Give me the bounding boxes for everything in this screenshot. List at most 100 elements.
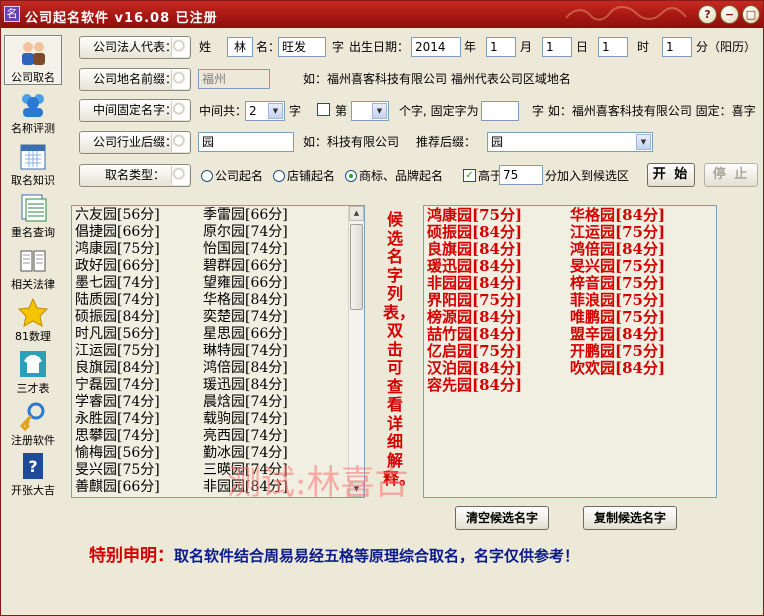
- list-item[interactable]: 奕楚园[74分]: [203, 309, 288, 326]
- list-item[interactable]: 良旗园[84分]: [75, 360, 160, 377]
- list-item[interactable]: 陆质园[74分]: [75, 292, 160, 309]
- sidebar-item-label: 注册软件: [11, 434, 55, 447]
- start-button[interactable]: 开 始: [647, 163, 695, 187]
- stop-button[interactable]: 停 止: [704, 163, 758, 187]
- candidate-item[interactable]: 良旗园[84分]: [427, 241, 522, 258]
- candidate-item[interactable]: 鸿康园[75分]: [427, 207, 522, 224]
- threshold-input[interactable]: 75: [499, 165, 543, 185]
- list-item[interactable]: 永胜园[74分]: [75, 411, 160, 428]
- sidebar-item-three-talents[interactable]: 三才表: [4, 347, 62, 397]
- birth-hour-input[interactable]: 1: [598, 37, 628, 57]
- recommend-suffix-select[interactable]: 园 ▼: [487, 132, 653, 152]
- industry-suffix-input[interactable]: 园: [198, 132, 294, 152]
- candidate-item[interactable]: 吹欢园[84分]: [570, 360, 665, 377]
- radio-company-naming[interactable]: [201, 170, 213, 182]
- title-bar: 名 公司起名软件 v16.08 已注册 ? − □: [1, 1, 763, 28]
- candidate-item[interactable]: 容先园[84分]: [427, 377, 522, 394]
- maximize-icon[interactable]: □: [742, 5, 760, 24]
- candidate-item[interactable]: 硕振园[84分]: [427, 224, 522, 241]
- radio-shop-naming[interactable]: [273, 170, 285, 182]
- clear-candidates-button[interactable]: 清空候选名字: [455, 506, 549, 530]
- candidate-item[interactable]: 开鹏园[75分]: [570, 343, 665, 360]
- candidate-item[interactable]: 榜源园[84分]: [427, 309, 522, 326]
- sidebar-item-related-law[interactable]: 相关法律: [4, 243, 62, 293]
- list-item[interactable]: 原尔园[74分]: [203, 224, 288, 241]
- sidebar-item-grand-opening[interactable]: ? 开张大吉: [4, 449, 62, 499]
- candidate-item[interactable]: 梓音园[75分]: [570, 275, 665, 292]
- sidebar-item-duplicate-check[interactable]: 重名查询: [4, 191, 62, 241]
- list-item[interactable]: 怡国园[74分]: [203, 241, 288, 258]
- candidate-item[interactable]: 亿启园[75分]: [427, 343, 522, 360]
- surname-input[interactable]: 林: [227, 37, 253, 57]
- middle-total-select[interactable]: 2 ▼: [245, 101, 285, 121]
- middle-fixed-name-button[interactable]: 中间固定名字：: [79, 99, 191, 122]
- candidate-item[interactable]: 汉泊园[84分]: [427, 360, 522, 377]
- list-item[interactable]: 政好园[66分]: [75, 258, 160, 275]
- candidate-item[interactable]: 非园园[84分]: [427, 275, 522, 292]
- industry-suffix-button[interactable]: 公司行业后缀：: [79, 131, 191, 154]
- help-icon[interactable]: ?: [698, 5, 717, 24]
- location-prefix-button[interactable]: 公司地名前缀：: [79, 68, 191, 91]
- legal-representative-button[interactable]: 公司法人代表：: [79, 36, 191, 59]
- list-item[interactable]: 鸿康园[75分]: [75, 241, 160, 258]
- candidate-names-list[interactable]: 鸿康园[75分] 硕振园[84分] 良旗园[84分] 瑗迅园[84分] 非园园[84分]…: [423, 205, 717, 498]
- naming-type-button[interactable]: 取名类型：: [79, 164, 191, 187]
- fixed-char-input[interactable]: [481, 101, 519, 121]
- nth-select[interactable]: ▼: [351, 101, 389, 121]
- scroll-thumb[interactable]: [350, 224, 363, 310]
- candidate-item[interactable]: 唯鹏园[75分]: [570, 309, 665, 326]
- minimize-icon[interactable]: −: [720, 5, 739, 24]
- copy-candidates-button[interactable]: 复制候选名字: [583, 506, 677, 530]
- birth-month-input[interactable]: 1: [486, 37, 516, 57]
- scroll-up-icon[interactable]: ▲: [349, 206, 364, 221]
- birth-day-input[interactable]: 1: [542, 37, 572, 57]
- threshold-checkbox[interactable]: ✓: [463, 169, 476, 182]
- list-item[interactable]: 载驹园[74分]: [203, 411, 288, 428]
- list-item[interactable]: 学睿园[74分]: [75, 394, 160, 411]
- location-prefix-input[interactable]: 福州: [198, 69, 270, 89]
- birth-minute-input[interactable]: 1: [662, 37, 692, 57]
- sidebar-item-name-test[interactable]: 名称评测: [4, 87, 62, 137]
- list-item[interactable]: 望雍园[66分]: [203, 275, 288, 292]
- list-item[interactable]: 鸿倍园[84分]: [203, 360, 288, 377]
- list-item[interactable]: 江运园[75分]: [75, 343, 160, 360]
- sidebar-item-company-naming[interactable]: 公司取名: [4, 35, 62, 85]
- candidate-item[interactable]: 界阳园[75分]: [427, 292, 522, 309]
- list-item[interactable]: 季雷园[66分]: [203, 207, 288, 224]
- given-name-input[interactable]: 旺发: [278, 37, 326, 57]
- list-item[interactable]: 旻兴园[75分]: [75, 462, 160, 479]
- list-item[interactable]: 碧群园[66分]: [203, 258, 288, 275]
- radio-brand-naming[interactable]: [345, 170, 357, 182]
- candidate-item[interactable]: 江运园[75分]: [570, 224, 665, 241]
- list-item[interactable]: 善麒园[66分]: [75, 479, 160, 496]
- list-item[interactable]: 愉梅园[56分]: [75, 445, 160, 462]
- list-item[interactable]: 时凡园[56分]: [75, 326, 160, 343]
- list-item[interactable]: 晨焓园[74分]: [203, 394, 288, 411]
- vertical-scrollbar[interactable]: ▲ ▼: [348, 206, 364, 497]
- sidebar-item-naming-knowledge[interactable]: 取名知识: [4, 139, 62, 189]
- sidebar-item-register[interactable]: 注册软件: [4, 399, 62, 449]
- candidate-item[interactable]: 瑗迅园[84分]: [427, 258, 522, 275]
- list-item[interactable]: 瑗迅园[84分]: [203, 377, 288, 394]
- candidate-item[interactable]: 盟辛园[84分]: [570, 326, 665, 343]
- sidebar: 公司取名 名称评测 取名知识 重名查询 相关法律 81数理 三才表 注册软件 ?…: [1, 29, 65, 615]
- birth-year-input[interactable]: 2014: [411, 37, 461, 57]
- candidate-item[interactable]: 旻兴园[75分]: [570, 258, 665, 275]
- list-item[interactable]: 六友园[56分]: [75, 207, 160, 224]
- list-item[interactable]: 倡捷园[66分]: [75, 224, 160, 241]
- sidebar-item-81-numerology[interactable]: 81数理: [4, 295, 62, 345]
- list-item[interactable]: 硕振园[84分]: [75, 309, 160, 326]
- list-item[interactable]: 墨七园[74分]: [75, 275, 160, 292]
- day-label: 日: [576, 40, 589, 54]
- list-item[interactable]: 琳特园[74分]: [203, 343, 288, 360]
- list-item[interactable]: 星思园[66分]: [203, 326, 288, 343]
- list-item[interactable]: 华格园[84分]: [203, 292, 288, 309]
- candidate-item[interactable]: 喆竹园[84分]: [427, 326, 522, 343]
- list-item[interactable]: 思攀园[74分]: [75, 428, 160, 445]
- candidate-item[interactable]: 菲浪园[75分]: [570, 292, 665, 309]
- candidate-item[interactable]: 华格园[84分]: [570, 207, 665, 224]
- list-item[interactable]: 亮西园[74分]: [203, 428, 288, 445]
- fixed-position-checkbox[interactable]: [317, 103, 330, 116]
- list-item[interactable]: 宁磊园[74分]: [75, 377, 160, 394]
- candidate-item[interactable]: 鸿倍园[84分]: [570, 241, 665, 258]
